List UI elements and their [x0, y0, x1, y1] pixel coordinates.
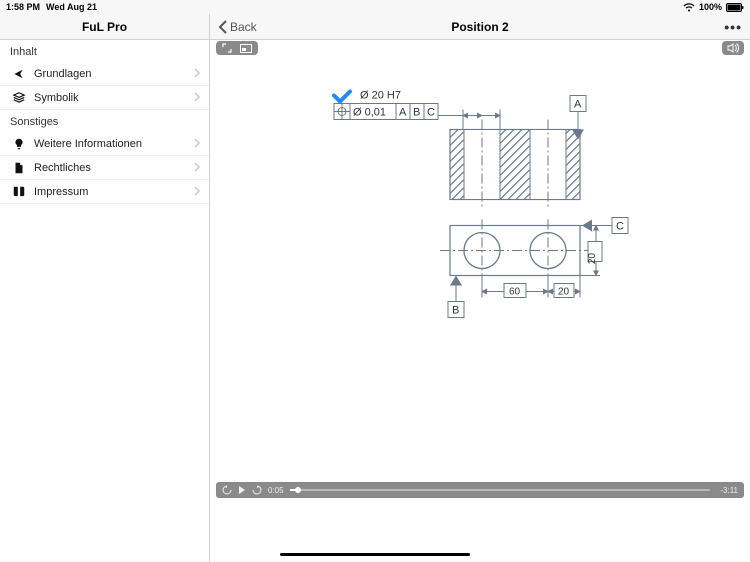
content-area: Ø 20 H7 Ø 0,01 A B: [210, 56, 750, 482]
wifi-icon: [683, 3, 695, 12]
sidebar: FuL Pro Inhalt Grundlagen Symbolik Sonst…: [0, 14, 210, 562]
back-label: Back: [230, 20, 257, 34]
player-remaining: -3:11: [720, 486, 738, 495]
dim-20v: 20: [587, 252, 598, 264]
share-icon: [10, 67, 28, 81]
status-date: Wed Aug 21: [46, 2, 97, 12]
chevron-right-icon: [193, 89, 201, 107]
sidebar-item-label: Impressum: [28, 186, 193, 198]
chevron-right-icon: [193, 183, 201, 201]
more-button[interactable]: •••: [724, 19, 742, 35]
main: Back Position 2 •••: [210, 14, 750, 562]
home-indicator: [280, 553, 470, 556]
datum-a: A: [574, 98, 582, 110]
dim-60: 60: [509, 286, 521, 297]
chevron-right-icon: [193, 135, 201, 153]
sidebar-item-label: Symbolik: [28, 92, 193, 104]
sidebar-item-grundlagen[interactable]: Grundlagen: [0, 62, 209, 86]
nav-bar: Back Position 2 •••: [210, 14, 750, 40]
sidebar-item-rechtliches[interactable]: Rechtliches: [0, 156, 209, 180]
player-restart-button[interactable]: [222, 485, 232, 495]
sidebar-item-label: Weitere Informationen: [28, 138, 193, 150]
sidebar-item-label: Rechtliches: [28, 162, 193, 174]
battery-percent: 100%: [699, 2, 722, 12]
datum-b: B: [452, 304, 459, 316]
player-play-button[interactable]: [238, 485, 246, 495]
status-bar: 1:58 PM Wed Aug 21 100%: [0, 0, 750, 14]
player-elapsed: 0:05: [268, 486, 284, 495]
drawing-tol-spec: Ø 20 H7: [360, 89, 401, 101]
sidebar-item-impressum[interactable]: Impressum: [0, 180, 209, 204]
doc-icon: [10, 161, 28, 175]
chevron-right-icon: [193, 65, 201, 83]
technical-drawing: Ø 20 H7 Ø 0,01 A B: [320, 85, 640, 350]
tool-sound-button[interactable]: [722, 41, 744, 55]
drawing-ref-a: A: [399, 106, 407, 118]
battery-icon: [726, 3, 744, 12]
datum-c: C: [616, 220, 624, 232]
page-title: Position 2: [210, 20, 750, 34]
sidebar-item-label: Grundlagen: [28, 68, 193, 80]
media-player: 0:05 -3:11: [216, 482, 744, 498]
toolbar: [210, 40, 750, 56]
drawing-tol-val: Ø 0,01: [353, 106, 386, 118]
status-time: 1:58 PM: [6, 2, 40, 12]
stack-icon: [10, 91, 28, 105]
sidebar-item-symbolik[interactable]: Symbolik: [0, 86, 209, 110]
sidebar-item-weitere[interactable]: Weitere Informationen: [0, 132, 209, 156]
dim-20: 20: [558, 286, 570, 297]
drawing-ref-b: B: [413, 106, 420, 118]
tool-expand-button[interactable]: [216, 41, 258, 55]
player-track[interactable]: [290, 489, 711, 491]
player-knob[interactable]: [295, 487, 301, 493]
sidebar-title: FuL Pro: [0, 14, 209, 40]
section-header-sonstiges: Sonstiges: [0, 110, 209, 132]
section-header-inhalt: Inhalt: [0, 40, 209, 62]
book-icon: [10, 185, 28, 199]
back-button[interactable]: Back: [218, 20, 257, 34]
player-skip-button[interactable]: [252, 485, 262, 495]
chevron-right-icon: [193, 159, 201, 177]
bulb-icon: [10, 137, 28, 151]
drawing-ref-c: C: [427, 106, 435, 118]
